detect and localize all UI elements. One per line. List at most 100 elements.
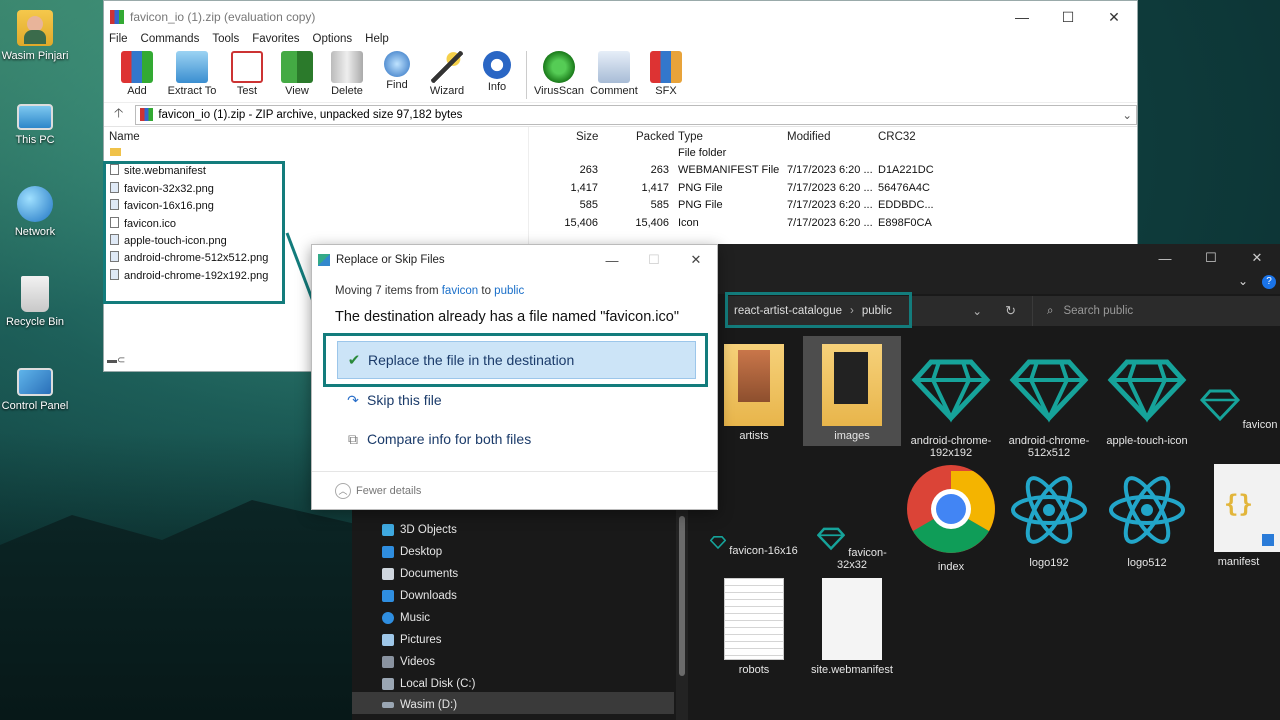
comment-button[interactable]: Comment: [587, 49, 641, 97]
chevron-down-icon[interactable]: ⌄: [1122, 108, 1132, 122]
file-tile-artists[interactable]: artists: [705, 344, 803, 442]
computer-icon: [17, 104, 53, 130]
file-tile-favicon-32x32[interactable]: favicon-32x32: [803, 524, 901, 571]
info-button[interactable]: Info: [472, 49, 522, 93]
nav-item-videos[interactable]: Videos: [382, 656, 435, 668]
column-header-name[interactable]: Name: [109, 131, 140, 143]
file-label: favicon-16x16: [729, 545, 798, 557]
winrar-app-icon: [110, 10, 124, 24]
minimize-button[interactable]: —: [1142, 244, 1188, 272]
view-button[interactable]: View: [272, 49, 322, 97]
menu-file[interactable]: File: [109, 33, 128, 49]
desktop-icon-label: Wasim Pinjari: [1, 50, 69, 62]
compare-icon: ⧉: [348, 430, 358, 447]
nav-item-local-disk-c[interactable]: Local Disk (C:): [382, 678, 475, 690]
refresh-icon[interactable]: ↻: [1005, 303, 1016, 319]
explorer-search-box[interactable]: ⌕ Search public: [1032, 296, 1280, 326]
file-tile-images[interactable]: images: [803, 336, 901, 446]
column-header-packed[interactable]: Packed: [636, 131, 674, 143]
file-label: site.webmanifest: [811, 664, 893, 676]
wizard-button[interactable]: Wizard: [422, 49, 472, 97]
file-tile-site-webmanifest[interactable]: site.webmanifest: [803, 578, 901, 676]
close-button[interactable]: ✕: [1091, 1, 1137, 33]
sfx-button[interactable]: SFX: [641, 49, 691, 97]
address-bar: 🡡 favicon_io (1).zip - ZIP archive, unpa…: [104, 103, 1137, 127]
maximize-button[interactable]: ☐: [1188, 244, 1234, 272]
delete-button[interactable]: Delete: [322, 49, 372, 97]
nav-item-documents[interactable]: Documents: [382, 568, 458, 580]
menu-help[interactable]: Help: [365, 33, 389, 49]
column-header-modified[interactable]: Modified: [787, 131, 830, 143]
file-tile-robots[interactable]: robots: [705, 578, 803, 676]
file-tile-logo512[interactable]: logo512: [1098, 470, 1196, 569]
menu-options[interactable]: Options: [313, 33, 353, 49]
column-header-crc32[interactable]: CRC32: [878, 131, 916, 143]
table-row[interactable]: File folder: [104, 145, 1139, 162]
control-panel-icon: [17, 368, 53, 396]
nav-label: Documents: [400, 568, 459, 580]
winrar-toolbar: Add Extract To Test View Delete Find Wiz…: [104, 49, 1137, 103]
magic-wand-icon: [431, 51, 463, 83]
tool-label: Test: [236, 85, 258, 97]
fewer-details-label: Fewer details: [356, 484, 422, 497]
desktop-icon-network[interactable]: Network: [0, 186, 70, 238]
minimize-button[interactable]: —: [591, 245, 633, 275]
view-book-icon: [281, 51, 313, 83]
virusscan-button[interactable]: VirusScan: [531, 49, 587, 97]
tool-label: Extract To: [167, 85, 217, 97]
file-tile-apple-touch-icon[interactable]: apple-touch-icon: [1098, 348, 1196, 447]
nav-item-pictures[interactable]: Pictures: [382, 634, 442, 646]
file-tile-manifest[interactable]: {} manifest: [1197, 464, 1280, 568]
scrollbar-thumb[interactable]: [679, 516, 685, 676]
search-icon: ⌕: [1047, 304, 1054, 317]
file-tile-index[interactable]: index: [902, 464, 1000, 573]
add-button[interactable]: Add: [112, 49, 162, 97]
menu-tools[interactable]: Tools: [212, 33, 239, 49]
expand-ribbon-icon[interactable]: ⌄: [1238, 274, 1248, 288]
desktop-icon-this-pc[interactable]: This PC: [0, 98, 70, 146]
nav-scrollbar[interactable]: [676, 506, 688, 720]
desktop-icon-control-panel[interactable]: Control Panel: [0, 368, 70, 412]
nav-item-desktop[interactable]: Desktop: [382, 546, 442, 558]
dialog-title: Replace or Skip Files: [336, 254, 445, 266]
destination-folder-link[interactable]: public: [494, 285, 524, 297]
menu-commands[interactable]: Commands: [141, 33, 200, 49]
file-tile-favicon-16x16[interactable]: favicon-16x16: [705, 534, 803, 557]
minimize-button[interactable]: —: [999, 1, 1045, 33]
diamond-icon: [911, 359, 991, 423]
desktop-icon-recycle-bin[interactable]: Recycle Bin: [0, 276, 70, 328]
close-button[interactable]: ✕: [1234, 244, 1280, 272]
test-button[interactable]: Test: [222, 49, 272, 97]
file-tile-android-chrome-512[interactable]: android-chrome-512x512: [1000, 348, 1098, 459]
file-tile-logo192[interactable]: logo192: [1000, 470, 1098, 569]
desktop-icon-label: Control Panel: [1, 400, 69, 412]
file-label: favicon-32x32: [837, 547, 887, 571]
highlight-replace-option: [323, 333, 708, 387]
nav-item-3d-objects[interactable]: 3D Objects: [382, 524, 457, 536]
nav-item-downloads[interactable]: Downloads: [382, 590, 457, 602]
extract-to-button[interactable]: Extract To: [162, 49, 222, 97]
column-header-size[interactable]: Size: [576, 131, 598, 143]
find-button[interactable]: Find: [372, 49, 422, 91]
close-button[interactable]: ✕: [675, 245, 717, 275]
file-tile-android-chrome-192[interactable]: android-chrome-192x192: [902, 348, 1000, 459]
cell-type: PNG File: [678, 199, 723, 212]
file-tile-favicon[interactable]: favicon: [1197, 384, 1280, 431]
archive-path-field[interactable]: favicon_io (1).zip - ZIP archive, unpack…: [135, 104, 1137, 125]
text-file-icon: [724, 578, 784, 660]
compare-files-option[interactable]: ⧉ Compare info for both files: [337, 420, 696, 458]
nav-item-music[interactable]: Music: [382, 612, 430, 624]
nav-item-wasim-d[interactable]: Wasim (D:): [382, 699, 457, 711]
source-folder-link[interactable]: favicon: [442, 285, 478, 297]
menu-favorites[interactable]: Favorites: [252, 33, 299, 49]
column-header-type[interactable]: Type: [678, 131, 703, 143]
window-title: favicon_io (1).zip (evaluation copy): [130, 10, 316, 24]
chrome-icon: [907, 465, 995, 553]
up-arrow-icon[interactable]: 🡡: [114, 104, 123, 126]
desktop-icon-user[interactable]: Wasim Pinjari: [0, 10, 70, 62]
fewer-details-button[interactable]: ︿ Fewer details: [312, 471, 717, 509]
maximize-button[interactable]: ☐: [1045, 1, 1091, 33]
chevron-down-icon[interactable]: ⌄: [972, 304, 982, 318]
help-icon[interactable]: ?: [1262, 275, 1276, 289]
desktop-icon-label: This PC: [15, 134, 55, 146]
